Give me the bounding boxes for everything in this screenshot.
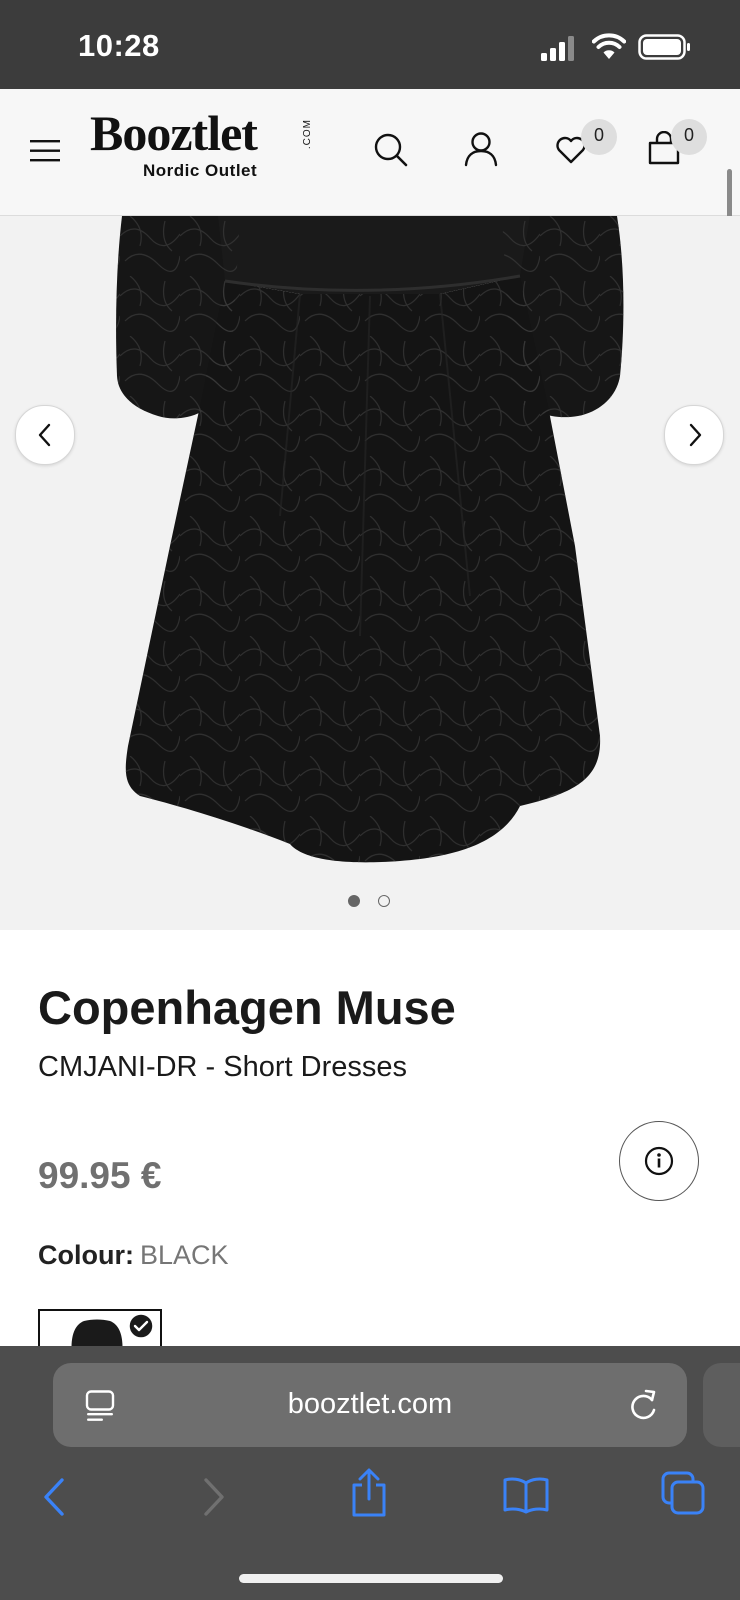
site-header: Booztlet .COM Nordic Outlet 0 0: [0, 89, 740, 347]
reload-icon[interactable]: [627, 1388, 659, 1422]
account-icon[interactable]: [463, 131, 499, 167]
cart-count-badge: 0: [671, 119, 707, 155]
cellular-signal-icon: [541, 36, 574, 61]
next-tab-peek[interactable]: [703, 1363, 740, 1447]
gallery-previous-button[interactable]: [15, 405, 75, 465]
back-icon[interactable]: [40, 1477, 70, 1517]
chevron-right-icon: [689, 423, 702, 447]
wishlist-button[interactable]: 0: [553, 119, 623, 179]
hamburger-menu-icon[interactable]: [30, 139, 62, 163]
swatch-thumbnail: [71, 1319, 123, 1347]
logo-subtitle: Nordic Outlet: [143, 161, 258, 180]
bookmarks-icon[interactable]: [502, 1476, 550, 1514]
logo[interactable]: Booztlet .COM Nordic Outlet: [88, 89, 328, 215]
home-indicator: [239, 1574, 503, 1583]
product-image-gallery[interactable]: [0, 216, 740, 930]
gallery-next-button[interactable]: [664, 405, 724, 465]
colour-label: Colour:: [38, 1240, 134, 1270]
logo-wordmark: Booztlet: [90, 105, 258, 161]
status-time: 10:28: [78, 28, 160, 63]
status-bar: 10:28: [0, 0, 740, 89]
gallery-dot[interactable]: [378, 895, 390, 907]
share-icon[interactable]: [349, 1468, 389, 1518]
colour-value: BLACK: [140, 1240, 229, 1270]
colour-swatch-black[interactable]: [38, 1309, 162, 1349]
product-name: CMJANI-DR - Short Dresses: [38, 1051, 407, 1083]
wifi-icon: [592, 33, 626, 59]
info-icon: [644, 1146, 674, 1176]
wishlist-count-badge: 0: [581, 119, 617, 155]
address-bar[interactable]: booztlet.com: [53, 1363, 687, 1447]
selected-check-icon: [128, 1313, 154, 1339]
price-info-button[interactable]: [619, 1121, 699, 1201]
chevron-left-icon: [38, 423, 51, 447]
forward-icon[interactable]: [198, 1477, 228, 1517]
gallery-dot-active[interactable]: [348, 895, 360, 907]
cart-button[interactable]: 0: [645, 119, 715, 179]
url-text: booztlet.com: [287, 1388, 453, 1420]
battery-icon: [638, 34, 690, 60]
search-icon[interactable]: [373, 132, 409, 168]
product-image: [116, 216, 624, 863]
logo-com: .COM: [302, 119, 313, 150]
product-price: 99.95 €: [38, 1155, 162, 1196]
tabs-icon[interactable]: [660, 1470, 706, 1516]
product-brand[interactable]: Copenhagen Muse: [38, 980, 456, 1035]
